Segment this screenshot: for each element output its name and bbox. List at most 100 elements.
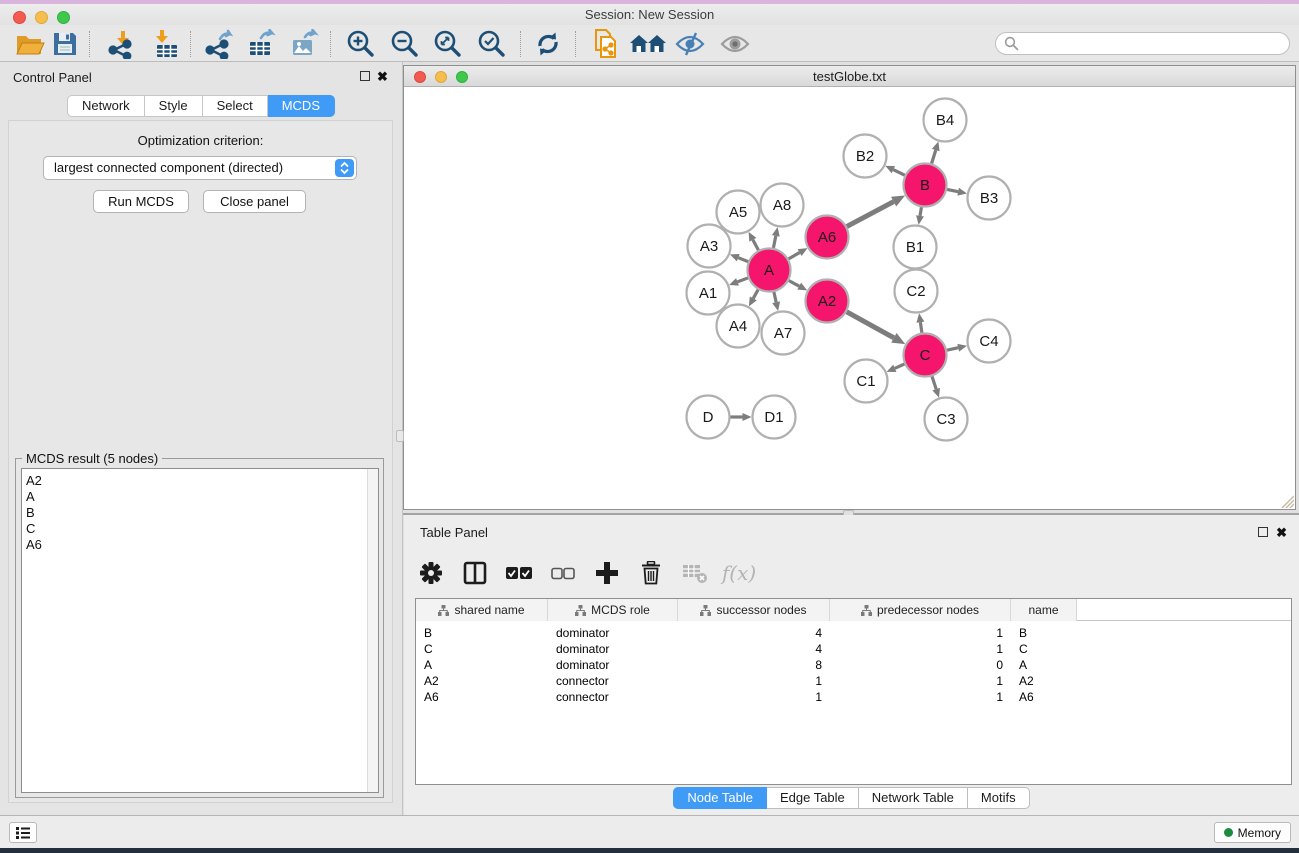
tab-style[interactable]: Style: [145, 95, 203, 117]
edge-C-C3[interactable]: [932, 376, 936, 389]
mcds-result-item[interactable]: B: [26, 505, 378, 521]
edge-A6-B[interactable]: [847, 202, 894, 227]
table-row[interactable]: B dominator 4 1 B: [416, 625, 1291, 641]
close-panel-icon[interactable]: ✖: [1276, 528, 1287, 538]
edge-C-C1[interactable]: [895, 364, 905, 368]
export-image-icon: [289, 29, 319, 59]
tab-network-table[interactable]: Network Table: [859, 787, 968, 809]
edge-A-A4[interactable]: [753, 290, 758, 299]
edge-A-A1[interactable]: [737, 278, 747, 282]
result-scrollbar[interactable]: [367, 469, 378, 792]
open-file-button[interactable]: [13, 29, 47, 59]
edge-A-A7[interactable]: [774, 292, 776, 302]
edge-B-B3[interactable]: [947, 189, 958, 191]
close-panel-icon[interactable]: ✖: [377, 72, 388, 82]
edge-C-C2[interactable]: [920, 322, 921, 333]
cell-name: A: [1011, 657, 1077, 673]
edge-A-A2[interactable]: [789, 281, 799, 287]
table-row[interactable]: A2 connector 1 1 A2: [416, 673, 1291, 689]
window-resize-grip[interactable]: [1278, 492, 1294, 508]
table-row[interactable]: A dominator 8 0 A: [416, 657, 1291, 673]
edge-A-A3[interactable]: [738, 258, 748, 262]
deselect-all-button[interactable]: [546, 557, 580, 589]
vertical-splitter-handle[interactable]: [396, 430, 404, 442]
mcds-result-item[interactable]: C: [26, 521, 378, 537]
edge-A-A5[interactable]: [753, 240, 759, 250]
maximize-window-button[interactable]: [57, 11, 70, 24]
delete-table-button[interactable]: [678, 557, 712, 589]
show-graphics-button[interactable]: [718, 29, 752, 59]
column-header-predecessor-nodes[interactable]: predecessor nodes: [830, 599, 1011, 621]
float-panel-icon[interactable]: [360, 71, 370, 81]
refresh-layout-button[interactable]: [531, 29, 565, 59]
zoom-out-button[interactable]: [388, 29, 422, 59]
zoom-fit-button[interactable]: [431, 29, 465, 59]
search-input[interactable]: [995, 32, 1290, 55]
float-panel-icon[interactable]: [1258, 527, 1268, 537]
edge-B-B2[interactable]: [893, 170, 904, 176]
delete-column-button[interactable]: [634, 557, 668, 589]
node-label-A7: A7: [774, 325, 792, 342]
close-window-button[interactable]: [414, 71, 426, 83]
network-graph[interactable]: B4B2BB3A8A5A6A3B1AA1C2A2A4A7C4CC1C3DD1: [404, 88, 1295, 509]
columns-icon: [463, 561, 487, 585]
tab-motifs[interactable]: Motifs: [968, 787, 1030, 809]
mcds-result-item[interactable]: A6: [26, 537, 378, 553]
table-settings-button[interactable]: [414, 557, 448, 589]
minimize-window-button[interactable]: [435, 71, 447, 83]
add-column-button[interactable]: [590, 557, 624, 589]
copy-style-button[interactable]: [588, 29, 622, 59]
save-session-button[interactable]: [48, 29, 82, 59]
export-table-button[interactable]: [244, 29, 278, 59]
list-icon: [16, 826, 30, 840]
toolbar-separator: [89, 31, 90, 57]
close-window-button[interactable]: [13, 11, 26, 24]
cell-successor-nodes: 8: [678, 657, 830, 673]
edge-A2-C[interactable]: [847, 312, 894, 338]
network-canvas[interactable]: B4B2BB3A8A5A6A3B1AA1C2A2A4A7C4CC1C3DD1: [404, 88, 1295, 509]
column-header-successor-nodes[interactable]: successor nodes: [678, 599, 830, 621]
task-history-button[interactable]: [9, 822, 37, 843]
edge-A-A6[interactable]: [789, 253, 800, 259]
export-image-button[interactable]: [287, 29, 321, 59]
mcds-result-item[interactable]: A2: [26, 473, 378, 489]
column-header-shared-name[interactable]: shared name: [416, 599, 548, 621]
import-table-button[interactable]: [149, 29, 183, 59]
column-header-name[interactable]: name: [1011, 599, 1077, 621]
node-label-A1: A1: [699, 285, 717, 302]
table-row[interactable]: C dominator 4 1 C: [416, 641, 1291, 657]
tab-node-table[interactable]: Node Table: [673, 787, 767, 809]
criterion-select[interactable]: largest connected component (directed): [43, 156, 357, 180]
select-all-button[interactable]: [502, 557, 536, 589]
export-network-button[interactable]: [201, 29, 235, 59]
minimize-window-button[interactable]: [35, 11, 48, 24]
tab-select[interactable]: Select: [203, 95, 268, 117]
hide-graphics-button[interactable]: [673, 29, 707, 59]
copy-style-icon: [590, 28, 620, 60]
mcds-result-list[interactable]: A2 A B C A6: [21, 468, 379, 793]
edge-B-B4[interactable]: [932, 150, 936, 163]
edge-A-A8[interactable]: [773, 236, 775, 248]
column-header-mcds-role[interactable]: MCDS role: [548, 599, 678, 621]
maximize-window-button[interactable]: [456, 71, 468, 83]
tab-mcds[interactable]: MCDS: [268, 95, 335, 117]
edge-C-C4[interactable]: [947, 348, 958, 350]
memory-button[interactable]: Memory: [1214, 822, 1291, 843]
overview-button[interactable]: [628, 29, 668, 59]
close-panel-button[interactable]: Close panel: [203, 190, 306, 213]
mcds-result-item[interactable]: A: [26, 489, 378, 505]
table-row[interactable]: A6 connector 1 1 A6: [416, 689, 1291, 705]
edge-B-B1[interactable]: [920, 207, 921, 216]
column-label: shared name: [454, 603, 524, 617]
edge-arrowhead: [916, 215, 924, 225]
tab-edge-table[interactable]: Edge Table: [767, 787, 859, 809]
zoom-selected-button[interactable]: [475, 29, 509, 59]
run-mcds-button[interactable]: Run MCDS: [93, 190, 189, 213]
node-label-A: A: [764, 262, 774, 279]
tree-icon: [575, 605, 586, 616]
manage-columns-button[interactable]: [458, 557, 492, 589]
tab-network[interactable]: Network: [67, 95, 145, 117]
import-network-button[interactable]: [104, 29, 138, 59]
function-builder-button[interactable]: f(x): [722, 557, 756, 589]
zoom-in-button[interactable]: [344, 29, 378, 59]
